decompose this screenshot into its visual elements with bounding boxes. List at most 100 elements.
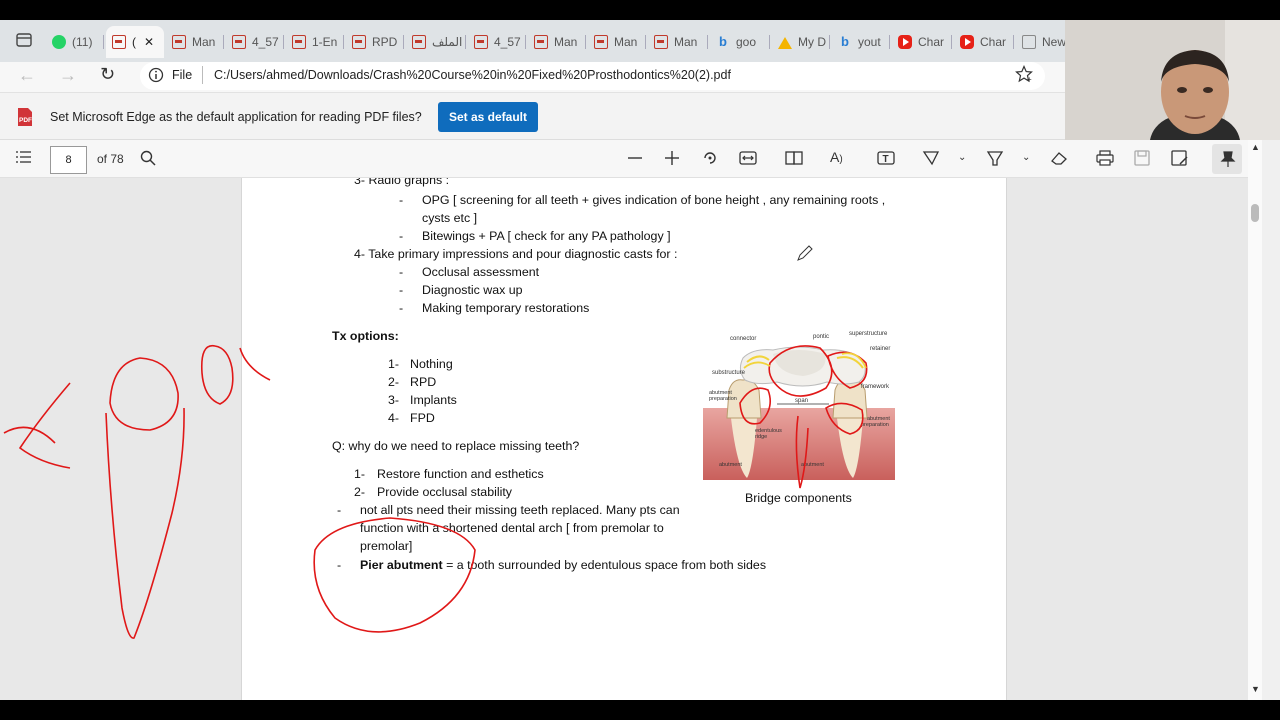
pdf-icon xyxy=(232,35,246,49)
read-aloud-icon[interactable]: A) xyxy=(830,149,843,165)
tab-label: New xyxy=(1042,35,1066,49)
tab-label: My D xyxy=(798,35,826,49)
tab[interactable]: 1-En xyxy=(286,26,344,58)
set-as-default-button[interactable]: Set as default xyxy=(438,102,538,132)
contents-icon[interactable] xyxy=(16,150,32,168)
youtube-icon xyxy=(898,35,912,49)
zoom-out-icon[interactable] xyxy=(627,150,643,170)
bing-icon: b xyxy=(719,34,727,49)
vertical-scrollbar[interactable]: ▲ ▼ xyxy=(1248,140,1262,700)
infobar-message: Set Microsoft Edge as the default applic… xyxy=(50,110,422,124)
tab-label: 4_57 xyxy=(494,35,521,49)
tab-separator xyxy=(343,35,344,49)
save-icon[interactable] xyxy=(1134,150,1150,170)
back-icon[interactable]: ← xyxy=(18,65,36,86)
highlight-options-chevron-icon[interactable]: ⌄ xyxy=(1022,152,1030,163)
refresh-icon[interactable]: ↻ xyxy=(100,64,115,85)
scroll-down-arrow-icon[interactable]: ▼ xyxy=(1251,684,1260,694)
divider xyxy=(202,66,203,84)
tab-separator xyxy=(707,35,708,49)
tab-label: 4_57 xyxy=(252,35,279,49)
search-icon[interactable] xyxy=(140,150,156,170)
pdf-icon xyxy=(654,35,668,49)
draw-icon[interactable] xyxy=(922,149,940,171)
tab-label: Man xyxy=(554,35,578,49)
tab[interactable]: My D xyxy=(772,26,830,58)
scroll-up-arrow-icon[interactable]: ▲ xyxy=(1251,142,1260,152)
pdf-icon xyxy=(112,35,126,49)
tab[interactable]: Char xyxy=(954,26,1014,58)
forward-icon[interactable]: → xyxy=(59,65,77,86)
address-field[interactable]: File C:/Users/ahmed/Downloads/Crash%20Co… xyxy=(140,62,1045,90)
pdf-icon xyxy=(412,35,426,49)
tab[interactable]: الملف xyxy=(406,26,466,58)
fit-width-icon[interactable] xyxy=(739,150,757,170)
tab[interactable]: RPD xyxy=(346,26,404,58)
save-as-icon[interactable] xyxy=(1171,150,1189,170)
url-text[interactable]: C:/Users/ahmed/Downloads/Crash%20Course%… xyxy=(214,68,731,82)
pin-toolbar-icon[interactable] xyxy=(1212,144,1242,174)
pdf-file-icon: PDF xyxy=(16,107,34,131)
info-icon[interactable] xyxy=(148,67,164,87)
bing-icon: b xyxy=(841,34,849,49)
top-black-bar xyxy=(0,0,1280,20)
webcam-person-image xyxy=(1065,20,1280,140)
tab-separator xyxy=(525,35,526,49)
bottom-black-bar xyxy=(0,700,1280,720)
tab-label: Char xyxy=(980,35,1007,49)
tab[interactable]: New xyxy=(1016,26,1066,58)
youtube-icon xyxy=(960,35,974,49)
scrollbar-thumb[interactable] xyxy=(1251,204,1259,222)
tab-label: RPD xyxy=(372,35,398,49)
new-tab-icon xyxy=(1022,35,1036,49)
page-view-icon[interactable] xyxy=(785,150,803,170)
pdf-icon xyxy=(292,35,306,49)
pdf-toolbar: 8 of 78 A) T ⌄ ⌄ xyxy=(0,140,1262,178)
tab-label: Char xyxy=(918,35,945,49)
svg-text:PDF: PDF xyxy=(19,117,32,124)
page-number-input[interactable]: 8 xyxy=(50,146,87,174)
tab-separator xyxy=(283,35,284,49)
rotate-icon[interactable] xyxy=(702,150,718,170)
tab-label: goo xyxy=(736,35,757,49)
tab[interactable]: Man xyxy=(528,26,586,58)
highlight-icon[interactable] xyxy=(986,149,1004,171)
tab-label: الملف xyxy=(432,35,463,49)
tab[interactable]: Char xyxy=(892,26,952,58)
tab-separator xyxy=(403,35,404,49)
tab[interactable]: b goo xyxy=(710,26,770,58)
tab[interactable]: 4_57 xyxy=(226,26,284,58)
draw-options-chevron-icon[interactable]: ⌄ xyxy=(958,152,966,163)
tab-label: Man xyxy=(614,35,638,49)
tab[interactable]: (✕ xyxy=(106,26,164,58)
close-tab-icon[interactable]: ✕ xyxy=(144,35,154,49)
print-icon[interactable] xyxy=(1096,150,1114,170)
file-label: File xyxy=(172,68,193,82)
whatsapp-icon xyxy=(52,35,66,49)
svg-text:+: + xyxy=(1027,75,1032,83)
tab[interactable]: Man xyxy=(588,26,646,58)
zoom-in-icon[interactable] xyxy=(664,150,680,170)
tab-actions-icon[interactable] xyxy=(16,32,32,52)
tab-separator xyxy=(645,35,646,49)
tab[interactable]: 4_57 xyxy=(468,26,526,58)
tab[interactable]: (11) xyxy=(46,26,104,58)
tab-separator xyxy=(585,35,586,49)
drive-icon xyxy=(778,35,792,49)
page-total: of 78 xyxy=(97,152,124,166)
favorites-star-icon[interactable]: + xyxy=(1015,64,1033,87)
erase-icon[interactable] xyxy=(1050,150,1068,170)
tab-separator xyxy=(223,35,224,49)
pdf-icon xyxy=(474,35,488,49)
tab-separator xyxy=(889,35,890,49)
tab-strip: (11)(✕ Man 4_57 1-En RPD الملف 4_57 Man Man Man b g… xyxy=(0,20,1066,62)
add-text-icon[interactable]: T xyxy=(877,150,895,170)
tab-label: Man xyxy=(674,35,698,49)
screen: (11)(✕ Man 4_57 1-En RPD الملف 4_57 Man Man Man b g… xyxy=(0,0,1280,720)
tab-separator xyxy=(951,35,952,49)
pdf-viewer[interactable]: 3- Radio graphs : - OPG [ screening for … xyxy=(0,178,1262,700)
tab[interactable]: b yout xyxy=(832,26,890,58)
svg-text:T: T xyxy=(883,154,889,165)
tab[interactable]: Man xyxy=(648,26,708,58)
tab[interactable]: Man xyxy=(166,26,224,58)
